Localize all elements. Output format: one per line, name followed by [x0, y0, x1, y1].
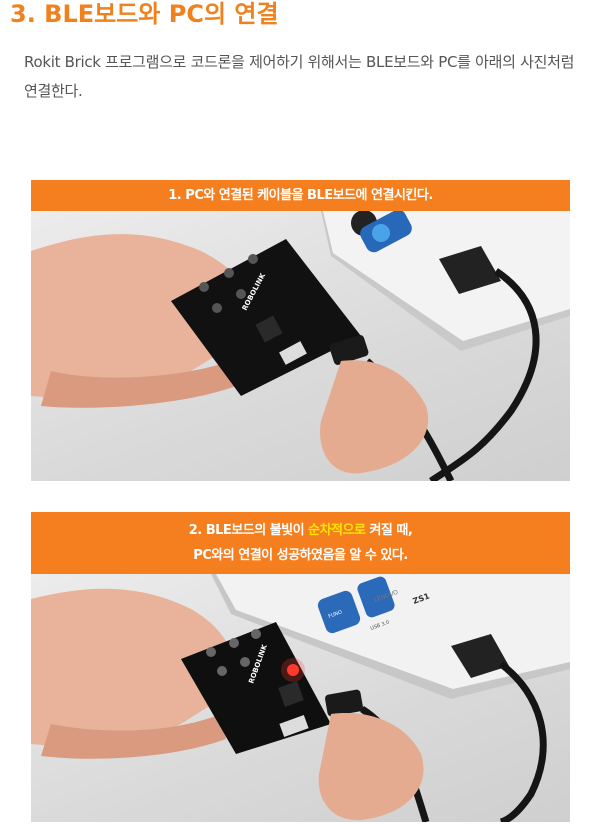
right-hand: [320, 360, 429, 474]
step2-photo: LENOVO ZS1 FUNO USB 3.0 ROBOLINK: [31, 574, 570, 822]
step2-caption-banner: 2. BLE보드의 불빛이 순차적으로 켜질 때, PC와의 연결이 성공하였음…: [31, 512, 570, 574]
board-hole: [251, 629, 261, 639]
step1-caption-banner: 1. PC와 연결된 케이블을 BLE보드에 연결시킨다.: [31, 180, 570, 211]
step2-caption-suffix: 켜질 때,: [365, 523, 413, 538]
board-led-glow: [281, 658, 305, 682]
step2-caption-prefix: 2. BLE보드의 불빛이: [188, 523, 309, 538]
step1-photo: ROBOLINK: [31, 211, 570, 481]
usb-cable: [498, 661, 547, 822]
intro-paragraph: Rokit Brick 프로그램으로 코드론을 제어하기 위해서는 BLE보드와…: [24, 53, 575, 100]
micro-usb-plug: [324, 689, 364, 717]
board-hole: [236, 289, 246, 299]
board-hole: [217, 666, 227, 676]
board-hole: [229, 638, 239, 648]
board-hole: [240, 657, 250, 667]
step1-photo-illustration: ROBOLINK: [31, 211, 570, 481]
board-hole: [199, 282, 209, 292]
right-hand: [318, 713, 424, 821]
section-heading: 3. BLE보드와 PC의 연결: [10, 0, 279, 28]
usb-logo-icon: [372, 224, 390, 242]
step2-caption-highlight: 순차적으로: [308, 523, 366, 538]
board-hole: [224, 268, 234, 278]
step2-caption-line1: 2. BLE보드의 불빛이 순차적으로 켜질 때,: [31, 518, 570, 543]
step1-caption: 1. PC와 연결된 케이블을 BLE보드에 연결시킨다.: [168, 188, 433, 203]
board-hole: [212, 303, 222, 313]
board-hole: [206, 647, 216, 657]
board-hole: [248, 254, 258, 264]
step2-photo-illustration: LENOVO ZS1 FUNO USB 3.0 ROBOLINK: [31, 574, 570, 822]
step2-caption-line2: PC와의 연결이 성공하였음을 알 수 있다.: [193, 548, 408, 563]
